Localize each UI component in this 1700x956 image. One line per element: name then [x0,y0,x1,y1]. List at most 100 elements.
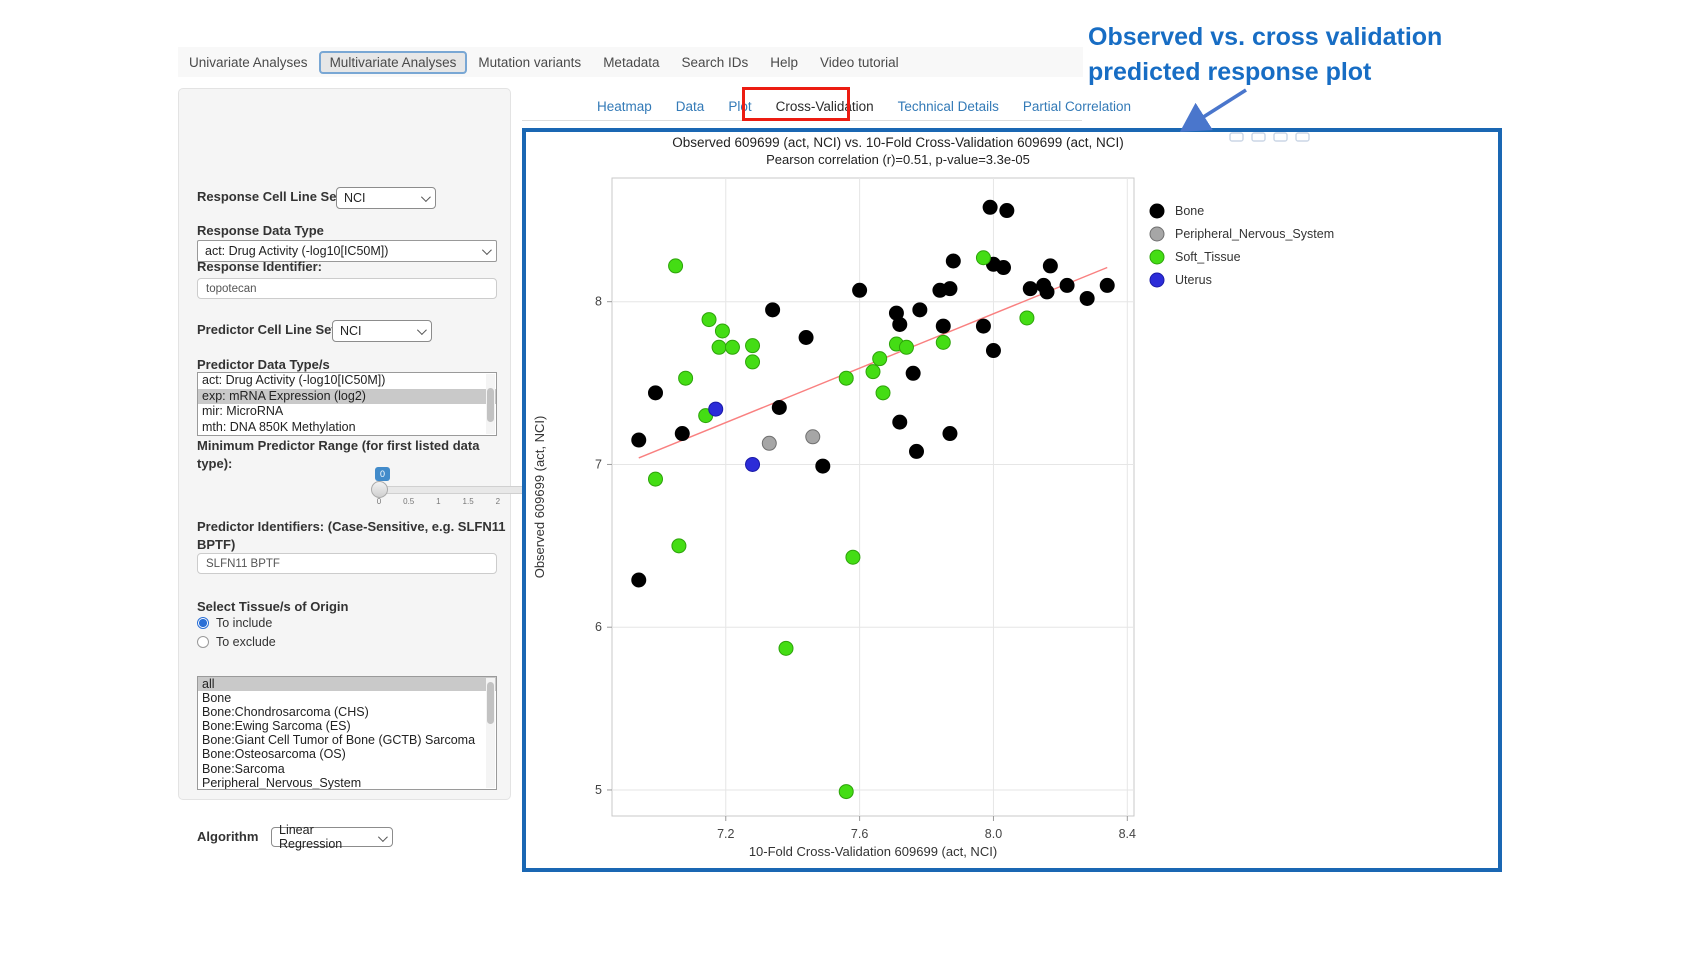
scrollbar[interactable] [486,374,495,434]
tissue-option[interactable]: Bone:Ewing Sarcoma (ES) [198,719,496,733]
predictor-data-type-option[interactable]: exp: mRNA Expression (log2) [198,389,496,405]
scatter-point-soft_tissue[interactable] [936,335,950,349]
scatter-point-bone[interactable] [1000,204,1014,218]
scatter-point-peripheral_nervous_system[interactable] [806,430,820,444]
legend-label-bone[interactable]: Bone [1175,204,1204,218]
scatter-point-bone[interactable] [997,261,1011,275]
tab-technical-details[interactable]: Technical Details [886,95,1011,118]
scatter-point-soft_tissue[interactable] [712,340,726,354]
scatter-point-soft_tissue[interactable] [1020,311,1034,325]
scatter-point-soft_tissue[interactable] [725,340,739,354]
tissue-option[interactable]: Bone:Giant Cell Tumor of Bone (GCTB) Sar… [198,733,496,747]
scatter-point-peripheral_nervous_system[interactable] [762,436,776,450]
scatter-point-bone[interactable] [632,573,646,587]
scatter-point-bone[interactable] [893,415,907,429]
tissue-option[interactable]: Bone:Chondrosarcoma (CHS) [198,705,496,719]
scatter-point-bone[interactable] [1043,259,1057,273]
tab-heatmap[interactable]: Heatmap [585,95,664,118]
scatter-point-bone[interactable] [986,344,1000,358]
scatter-point-bone[interactable] [1100,278,1114,292]
scatter-point-soft_tissue[interactable] [669,259,683,273]
scatter-point-bone[interactable] [943,427,957,441]
tab-partial-correlation[interactable]: Partial Correlation [1011,95,1143,118]
legend-label-soft_tissue[interactable]: Soft_Tissue [1175,250,1241,264]
legend-label-peripheral_nervous_system[interactable]: Peripheral_Nervous_System [1175,227,1334,241]
legend-label-uterus[interactable]: Uterus [1175,273,1212,287]
scrollbar-thumb[interactable] [487,682,494,724]
scatter-point-bone[interactable] [946,254,960,268]
tissue-option[interactable]: Bone:Sarcoma [198,762,496,776]
tissue-option[interactable]: Bone [198,691,496,705]
scatter-point-soft_tissue[interactable] [679,371,693,385]
tab-data[interactable]: Data [664,95,717,118]
scatter-point-bone[interactable] [1060,278,1074,292]
scatter-point-bone[interactable] [906,366,920,380]
scatter-point-bone[interactable] [983,200,997,214]
scatter-point-bone[interactable] [649,386,663,400]
scatter-point-bone[interactable] [1080,291,1094,305]
scatter-point-bone[interactable] [913,303,927,317]
nav-tab-multivariate-analyses[interactable]: Multivariate Analyses [319,51,468,74]
scatter-point-uterus[interactable] [746,457,760,471]
legend-marker-bone[interactable] [1150,204,1164,218]
scatter-point-bone[interactable] [1023,282,1037,296]
response-cell-line-set-select[interactable]: NCI [336,187,436,209]
scatter-point-soft_tissue[interactable] [746,355,760,369]
scatter-point-soft_tissue[interactable] [649,472,663,486]
scatter-point-bone[interactable] [976,319,990,333]
scatter-point-bone[interactable] [893,317,907,331]
legend-marker-soft_tissue[interactable] [1150,250,1164,264]
nav-tab-metadata[interactable]: Metadata [592,51,670,74]
scatter-point-soft_tissue[interactable] [715,324,729,338]
predictor-identifiers-input[interactable]: SLFN11 BPTF [197,553,497,574]
nav-tab-mutation-variants[interactable]: Mutation variants [467,51,592,74]
tissue-option[interactable]: Peripheral_Nervous_System [198,776,496,790]
nav-tab-video-tutorial[interactable]: Video tutorial [809,51,910,74]
scatter-point-bone[interactable] [936,319,950,333]
nav-tab-univariate-analyses[interactable]: Univariate Analyses [178,51,319,74]
scatter-point-bone[interactable] [943,282,957,296]
pan-icon[interactable] [1274,133,1287,141]
scatter-point-bone[interactable] [632,433,646,447]
tissue-origin-listbox[interactable]: allBoneBone:Chondrosarcoma (CHS)Bone:Ewi… [197,676,497,790]
tissue-option[interactable]: Bone:Osteosarcoma (OS) [198,747,496,761]
scatter-point-bone[interactable] [766,303,780,317]
home-icon[interactable] [1296,133,1309,141]
nav-tab-help[interactable]: Help [759,51,809,74]
nav-tab-search-ids[interactable]: Search IDs [670,51,759,74]
legend-marker-uterus[interactable] [1150,273,1164,287]
scatter-point-bone[interactable] [816,459,830,473]
scatter-point-bone[interactable] [772,400,786,414]
scatter-point-soft_tissue[interactable] [876,386,890,400]
legend-marker-peripheral_nervous_system[interactable] [1150,227,1164,241]
predictor-data-type-option[interactable]: mth: DNA 850K Methylation [198,420,496,436]
scatter-point-soft_tissue[interactable] [779,641,793,655]
scatter-point-bone[interactable] [799,331,813,345]
slider-handle[interactable] [371,481,388,498]
scatter-point-soft_tissue[interactable] [702,313,716,327]
scatter-point-bone[interactable] [853,283,867,297]
radio-to-include[interactable]: To include [197,616,272,630]
scatter-point-soft_tissue[interactable] [846,550,860,564]
scatter-point-soft_tissue[interactable] [976,251,990,265]
algorithm-select[interactable]: Linear Regression [271,827,393,847]
scrollbar-thumb[interactable] [487,388,494,422]
scatter-point-soft_tissue[interactable] [873,352,887,366]
scatter-point-soft_tissue[interactable] [746,339,760,353]
scatter-point-bone[interactable] [910,444,924,458]
predictor-data-types-listbox[interactable]: act: Drug Activity (-log10[IC50M])exp: m… [197,372,497,436]
scatter-point-bone[interactable] [675,427,689,441]
predictor-data-type-option[interactable]: act: Drug Activity (-log10[IC50M]) [198,373,496,389]
scatter-point-soft_tissue[interactable] [899,340,913,354]
response-identifier-input[interactable]: topotecan [197,278,497,299]
predictor-cell-line-set-select[interactable]: NCI [332,320,432,342]
scatter-point-soft_tissue[interactable] [839,785,853,799]
radio-to-exclude[interactable]: To exclude [197,635,276,649]
scatter-point-uterus[interactable] [709,402,723,416]
scrollbar[interactable] [486,678,495,788]
scatter-point-bone[interactable] [1040,285,1054,299]
scatter-point-soft_tissue[interactable] [672,539,686,553]
scatter-point-soft_tissue[interactable] [866,365,880,379]
predictor-data-type-option[interactable]: mir: MicroRNA [198,404,496,420]
tissue-option[interactable]: all [198,677,496,691]
